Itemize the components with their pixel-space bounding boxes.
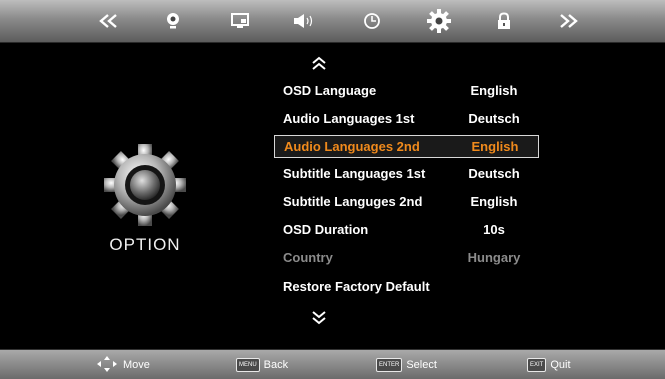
screen-icon[interactable] (227, 9, 253, 33)
exit-key-icon: EXIT (527, 358, 547, 372)
menu-item-value: English (470, 194, 518, 209)
back-label: Back (263, 359, 289, 371)
move-label: Move (123, 359, 150, 371)
menu-item-value: Hungary (467, 250, 521, 265)
menu-item-label: Subtitle Languages 1st (283, 166, 426, 181)
scroll-up-icon[interactable] (309, 55, 329, 71)
picture-icon[interactable] (160, 9, 186, 33)
menu-item[interactable]: Audio Languages 1st Deutsch (274, 108, 537, 129)
menu-item-label: Country (283, 250, 333, 265)
quit-hint: EXIT Quit (527, 357, 571, 373)
menu-item-label: OSD Language (283, 83, 377, 98)
lock-icon[interactable] (491, 9, 517, 33)
prev-arrows-icon[interactable] (96, 9, 122, 33)
menu-item-value: Deutsch (468, 111, 520, 126)
enter-key-icon: ENTER (376, 358, 403, 372)
move-hint: Move (96, 355, 150, 376)
menu-item-label: Audio Languages 2nd (284, 139, 420, 154)
quit-label: Quit (550, 359, 571, 371)
menu-item-value: English (470, 83, 518, 98)
dpad-icon (96, 355, 118, 376)
settings-gear-icon[interactable] (422, 4, 456, 38)
menu-item-value: 10s (483, 222, 505, 237)
menu-item-label: Audio Languages 1st (283, 111, 415, 126)
bottom-hint-bar: Move MENU Back ENTER Select EXIT Quit (0, 349, 665, 379)
scroll-down-icon[interactable] (309, 310, 329, 326)
menu-item[interactable]: Subtitle Languages 1st Deutsch (274, 163, 537, 184)
menu-item-value: Deutsch (468, 166, 520, 181)
select-hint: ENTER Select (376, 357, 437, 373)
menu-item[interactable]: Subtitle Languges 2nd English (274, 191, 537, 212)
option-gear-icon (100, 140, 190, 230)
menu-item-label: Subtitle Languges 2nd (283, 194, 423, 209)
menu-item[interactable]: Country Hungary (274, 247, 537, 268)
option-title: OPTION (109, 235, 181, 254)
menu-item-label: Restore Factory Default (283, 279, 430, 294)
menu-item[interactable]: Restore Factory Default (274, 276, 537, 297)
menu-item-label: OSD Duration (283, 222, 369, 237)
sound-icon[interactable] (292, 9, 318, 33)
menu-key-icon: MENU (236, 358, 260, 372)
menu-item[interactable]: Audio Languages 2nd English (274, 135, 539, 158)
select-label: Select (406, 359, 437, 371)
menu-item[interactable]: OSD Language English (274, 80, 537, 101)
clock-icon[interactable] (359, 9, 385, 33)
menu-item[interactable]: OSD Duration 10s (274, 219, 537, 240)
top-menu-bar (0, 0, 665, 43)
back-hint: MENU Back (236, 357, 288, 373)
next-arrows-icon[interactable] (555, 9, 581, 33)
menu-item-value: English (471, 139, 519, 154)
